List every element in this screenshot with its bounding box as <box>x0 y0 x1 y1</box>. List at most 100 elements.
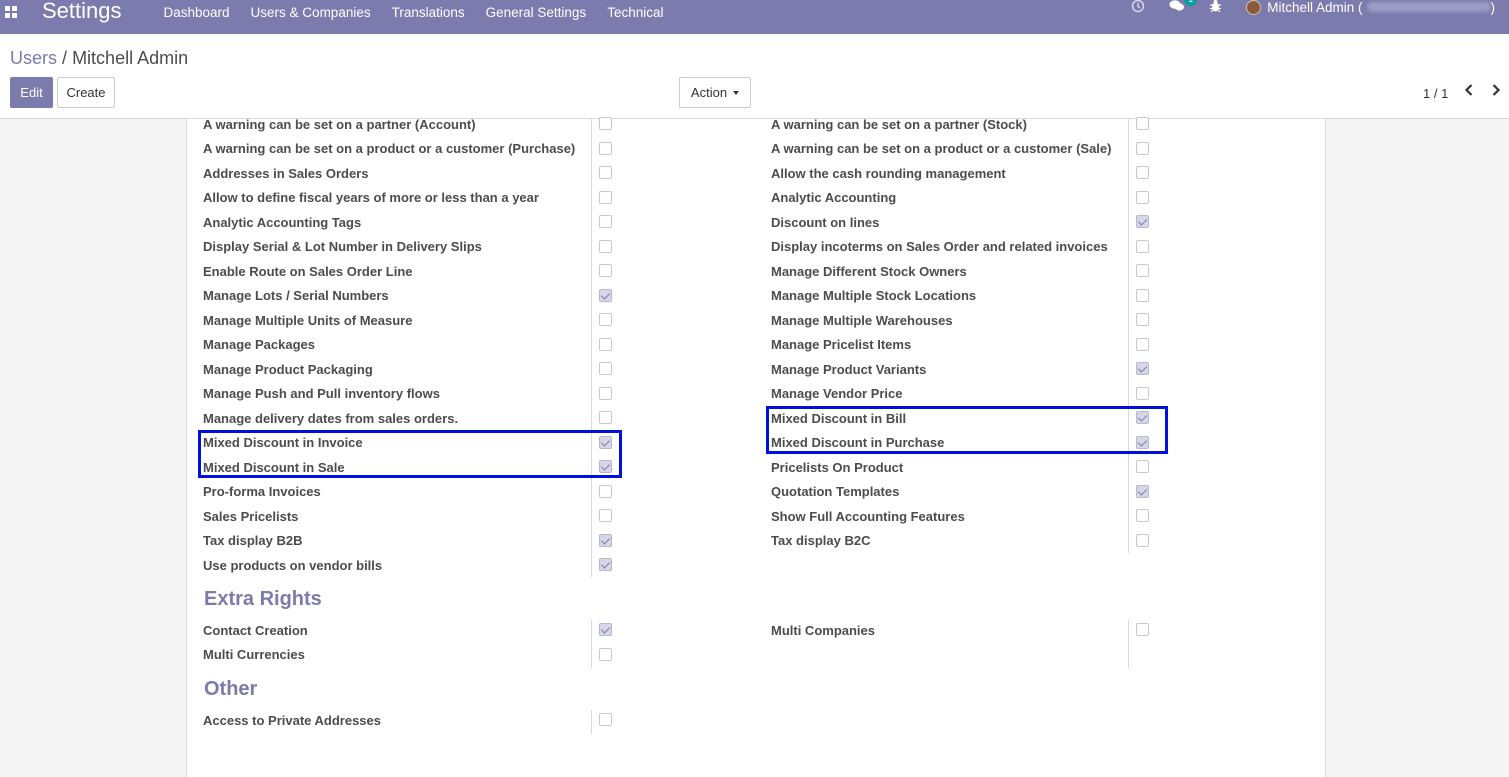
right-label-show-full-accounting-features: Show Full Accounting Features <box>771 508 965 524</box>
access-right-row: A warning can be set on a partner (Stock… <box>771 112 1027 136</box>
right-label-display-serial-lot-number-in-delivery-slips: Display Serial & Lot Number in Delivery … <box>203 239 482 254</box>
checkbox-manage-lots-serial-numbers[interactable] <box>599 288 612 302</box>
checkbox-a-warning-can-be-set-on-a-partner-account[interactable] <box>599 117 612 130</box>
access-right-row: Addresses in Sales Orders <box>203 161 368 185</box>
checkbox-show-full-accounting-features[interactable] <box>1136 509 1149 522</box>
right-label-allow-to-define-fiscal-years-of-more-or-less-than-a-year: Allow to define fiscal years of more or … <box>203 190 539 205</box>
access-right-row: Manage Multiple Stock Locations <box>771 284 976 308</box>
caret-down-icon <box>733 90 740 95</box>
checkbox-display-incoterms-on-sales-order-and-related-invoices[interactable] <box>1136 239 1149 253</box>
edit-button[interactable]: Edit <box>10 77 53 108</box>
checkbox-sales-pricelists[interactable] <box>599 509 612 522</box>
user-menu[interactable]: Mitchell Admin () <box>1246 0 1495 15</box>
right-label-a-warning-can-be-set-on-a-partner-stock: A warning can be set on a partner (Stock… <box>771 116 1027 132</box>
checkbox-manage-different-stock-owners[interactable] <box>1136 264 1149 277</box>
pager-value[interactable]: 1 / 1 <box>1423 86 1448 101</box>
access-right-row: Multi Companies <box>771 618 875 642</box>
checkbox-manage-packages[interactable] <box>599 337 612 351</box>
access-right-row: Pro-forma Invoices <box>203 480 321 504</box>
menu-item-technical[interactable]: Technical <box>607 5 663 20</box>
create-button[interactable]: Create <box>57 77 115 108</box>
checkbox-multi-currencies[interactable] <box>599 647 612 661</box>
chevron-right-icon[interactable] <box>1490 83 1502 97</box>
right-label-manage-multiple-warehouses: Manage Multiple Warehouses <box>771 312 953 328</box>
checkbox-discount-on-lines[interactable] <box>1136 215 1149 228</box>
right-label-tax-display-b2b: Tax display B2B <box>203 533 303 548</box>
checkbox-enable-route-on-sales-order-line[interactable] <box>599 264 612 277</box>
checkbox-allow-to-define-fiscal-years-of-more-or-less-than-a-year[interactable] <box>599 190 612 204</box>
right-label-analytic-accounting: Analytic Accounting <box>771 190 897 205</box>
checkbox-addresses-in-sales-orders[interactable] <box>599 166 612 179</box>
checkbox-analytic-accounting[interactable] <box>1136 190 1149 204</box>
right-label-pricelists-on-product: Pricelists On Product <box>771 459 904 475</box>
checkbox-manage-delivery-dates-from-sales-orders[interactable] <box>599 411 612 424</box>
right-label-sales-pricelists: Sales Pricelists <box>203 508 299 524</box>
menu-item-translations[interactable]: Translations <box>392 5 465 20</box>
column-separator <box>1128 620 1129 668</box>
access-right-row: Contact Creation <box>203 618 308 642</box>
checkbox-manage-multiple-units-of-measure[interactable] <box>599 313 612 326</box>
control-panel: Users / Mitchell Admin Edit Create Actio… <box>0 34 1509 119</box>
menu-item-general-settings[interactable]: General Settings <box>486 5 587 20</box>
access-right-row: A warning can be set on a partner (Accou… <box>203 112 476 136</box>
checkbox-a-warning-can-be-set-on-a-partner-stock[interactable] <box>1136 117 1149 130</box>
right-label-manage-vendor-price: Manage Vendor Price <box>771 386 903 401</box>
column-separator <box>1128 119 1129 553</box>
access-right-row: Tax display B2B <box>203 529 302 553</box>
access-right-row: Display incoterms on Sales Order and rel… <box>771 235 1108 259</box>
checkbox-tax-display-b2c[interactable] <box>1136 533 1149 547</box>
checkbox-contact-creation[interactable] <box>599 623 612 636</box>
breadcrumb-current: Mitchell Admin <box>72 48 189 68</box>
action-dropdown-button[interactable]: Action <box>679 77 751 108</box>
right-label-display-incoterms-on-sales-order-and-related-invoices: Display incoterms on Sales Order and rel… <box>771 239 1108 254</box>
access-right-row: Manage Lots / Serial Numbers <box>203 284 389 308</box>
right-label-enable-route-on-sales-order-line: Enable Route on Sales Order Line <box>203 263 413 279</box>
breadcrumb-users-link[interactable]: Users <box>10 48 57 68</box>
checkbox-manage-multiple-warehouses[interactable] <box>1136 313 1149 326</box>
checkbox-manage-push-and-pull-inventory-flows[interactable] <box>599 386 612 400</box>
apps-menu-icon[interactable] <box>5 6 17 18</box>
debug-bug-icon[interactable] <box>1209 0 1222 16</box>
top-navbar: Settings Dashboard Users & Companies Tra… <box>0 0 1509 34</box>
checkbox-pro-forma-invoices[interactable] <box>599 484 612 498</box>
right-label-multi-currencies: Multi Currencies <box>203 647 305 662</box>
blurred-database-name <box>1366 2 1491 12</box>
checkbox-manage-product-variants[interactable] <box>1136 362 1149 375</box>
right-label-a-warning-can-be-set-on-a-product-or-a-customer-purchase: A warning can be set on a product or a c… <box>203 141 576 156</box>
checkbox-manage-multiple-stock-locations[interactable] <box>1136 288 1149 302</box>
checkbox-quotation-templates[interactable] <box>1136 484 1149 498</box>
checkbox-pricelists-on-product[interactable] <box>1136 460 1149 473</box>
clock-icon[interactable] <box>1131 0 1145 16</box>
checkbox-manage-product-packaging[interactable] <box>599 362 612 375</box>
right-label-manage-product-packaging: Manage Product Packaging <box>203 361 373 377</box>
checkbox-multi-companies[interactable] <box>1136 623 1149 636</box>
right-label-pro-forma-invoices: Pro-forma Invoices <box>203 484 321 499</box>
checkbox-a-warning-can-be-set-on-a-product-or-a-customer-sale[interactable] <box>1136 141 1149 155</box>
checkbox-use-products-on-vendor-bills[interactable] <box>599 558 612 571</box>
access-right-row: Manage Multiple Warehouses <box>771 308 953 332</box>
checkbox-access-to-private-addresses[interactable] <box>599 713 612 726</box>
column-separator <box>591 620 592 668</box>
checkbox-manage-vendor-price[interactable] <box>1136 386 1149 400</box>
checkbox-tax-display-b2b[interactable] <box>599 533 612 547</box>
chevron-left-icon[interactable] <box>1463 83 1475 97</box>
access-right-row: Access to Private Addresses <box>203 708 381 732</box>
right-label-use-products-on-vendor-bills: Use products on vendor bills <box>203 557 383 573</box>
checkbox-manage-pricelist-items[interactable] <box>1136 337 1149 351</box>
menu-item-dashboard[interactable]: Dashboard <box>164 5 230 20</box>
access-right-row: Manage Vendor Price <box>771 382 903 406</box>
breadcrumb: Users / Mitchell Admin <box>10 48 188 69</box>
access-right-row: Multi Currencies <box>203 643 305 667</box>
right-label-multi-companies: Multi Companies <box>771 622 876 638</box>
right-label-manage-delivery-dates-from-sales-orders: Manage delivery dates from sales orders. <box>203 410 459 426</box>
access-right-row: Analytic Accounting <box>771 186 896 210</box>
checkbox-display-serial-lot-number-in-delivery-slips[interactable] <box>599 239 612 253</box>
menu-item-users-companies[interactable]: Users & Companies <box>251 5 371 20</box>
checkbox-analytic-accounting-tags[interactable] <box>599 215 612 228</box>
checkbox-allow-the-cash-rounding-management[interactable] <box>1136 166 1149 179</box>
checkbox-a-warning-can-be-set-on-a-product-or-a-customer-purchase[interactable] <box>599 141 612 155</box>
access-right-row: Manage Product Packaging <box>203 357 373 381</box>
messages-icon[interactable]: 1 <box>1169 0 1198 16</box>
right-label-allow-the-cash-rounding-management: Allow the cash rounding management <box>771 165 1006 181</box>
column-separator <box>591 119 592 577</box>
